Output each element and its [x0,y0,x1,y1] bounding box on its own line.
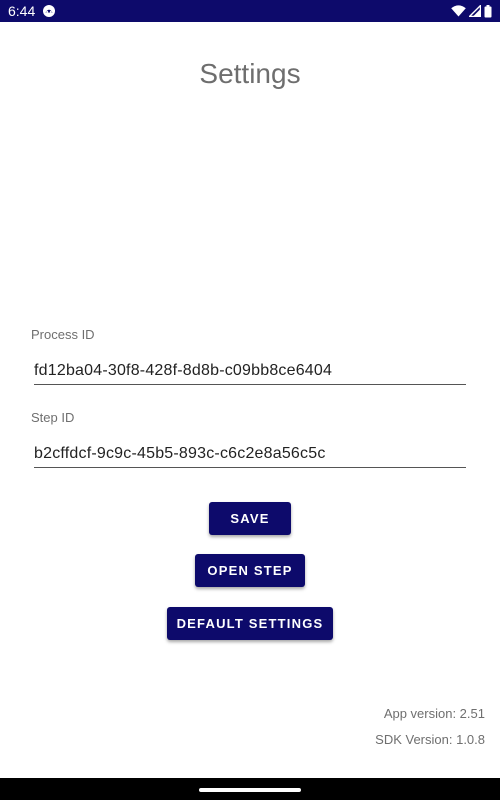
app-notification-icon [42,4,56,18]
step-id-input[interactable] [34,440,466,468]
status-time: 6:44 [8,3,36,19]
page-title: Settings [199,58,301,89]
save-button[interactable]: SAVE [209,502,291,535]
sdk-version-text: SDK Version: 1.0.8 [375,732,485,747]
default-settings-button[interactable]: DEFAULT SETTINGS [167,607,333,640]
cell-signal-icon [469,5,481,17]
status-bar: 6:44 [0,0,500,22]
battery-icon [484,4,492,18]
home-gesture-handle[interactable] [199,788,301,792]
wifi-icon [451,5,466,17]
app-version-text: App version: 2.51 [383,706,485,721]
navigation-bar [0,778,500,800]
step-id-label: Step ID [31,410,75,425]
status-icons [451,3,492,19]
process-id-label: Process ID [31,327,95,342]
settings-screen: 6:44 Settings Process ID fd12ba04-30f8-4… [0,0,500,800]
open-step-button[interactable]: OPEN STEP [195,554,305,587]
process-id-input[interactable] [34,357,466,385]
